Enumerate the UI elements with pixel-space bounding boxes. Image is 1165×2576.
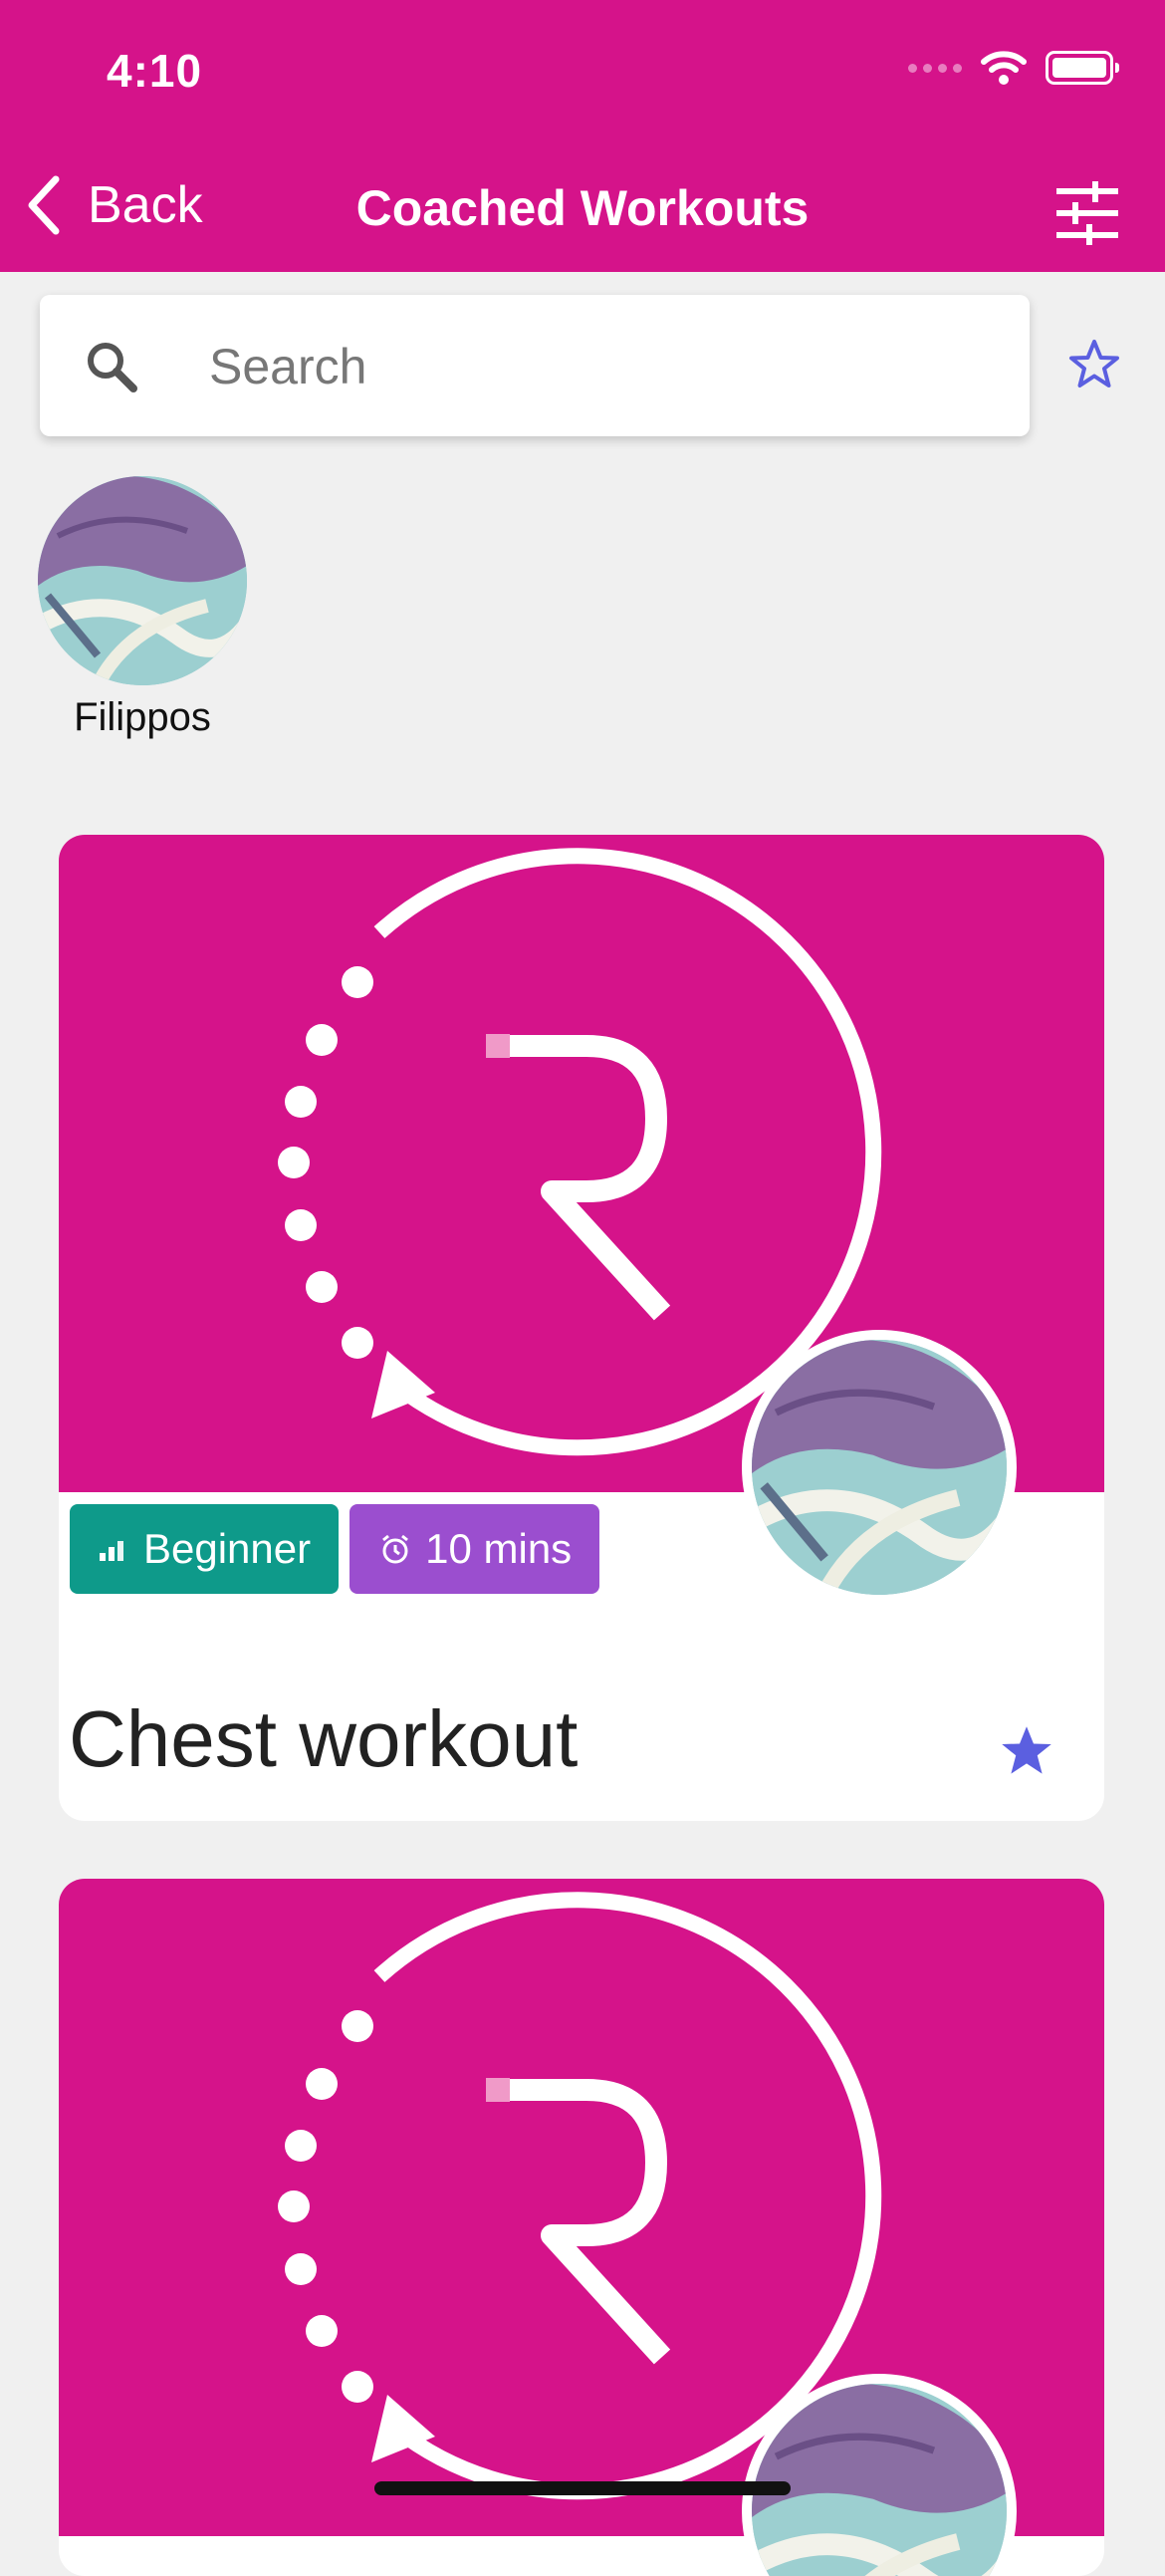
home-indicator[interactable] <box>374 2481 791 2495</box>
alarm-clock-icon <box>382 1534 409 1564</box>
duration-badge: 10 mins <box>350 1504 600 1594</box>
star-outline-icon[interactable] <box>1068 339 1120 390</box>
search-icon <box>88 343 137 392</box>
level-badge: Beginner <box>70 1504 340 1594</box>
battery-icon <box>1046 51 1119 85</box>
duration-label: 10 mins <box>425 1525 573 1572</box>
signal-icon <box>908 63 962 73</box>
coach-avatar <box>742 1330 1017 1605</box>
workout-title: Chest workout <box>69 1694 579 1783</box>
coach-item[interactable]: Filippos <box>38 476 247 740</box>
workout-card[interactable]: Beginner 10 mins Chest workout <box>59 835 1104 1821</box>
search-input[interactable] <box>207 325 988 408</box>
star-filled-icon[interactable] <box>999 1723 1054 1779</box>
page-title: Coached Workouts <box>355 180 810 236</box>
coach-avatar-image <box>38 476 247 685</box>
avatar <box>38 476 247 685</box>
sliders-icon[interactable] <box>1055 181 1119 245</box>
wifi-icon <box>981 51 1027 85</box>
signal-bars-icon <box>100 1541 123 1561</box>
search-bar[interactable] <box>40 295 1030 436</box>
workout-card[interactable] <box>59 1879 1104 2576</box>
status-time: 4:10 <box>107 45 203 97</box>
header-bar: 4:10 Back Coached Workouts <box>0 0 1165 272</box>
level-label: Beginner <box>143 1525 312 1572</box>
status-icons <box>908 50 1119 86</box>
navigation-bar: Back Coached Workouts <box>0 159 1165 272</box>
workout-tags: Beginner 10 mins <box>70 1504 600 1594</box>
coach-avatar-image <box>752 2384 1007 2576</box>
coach-name: Filippos <box>74 695 211 739</box>
coach-avatar-image <box>752 1340 1007 1595</box>
